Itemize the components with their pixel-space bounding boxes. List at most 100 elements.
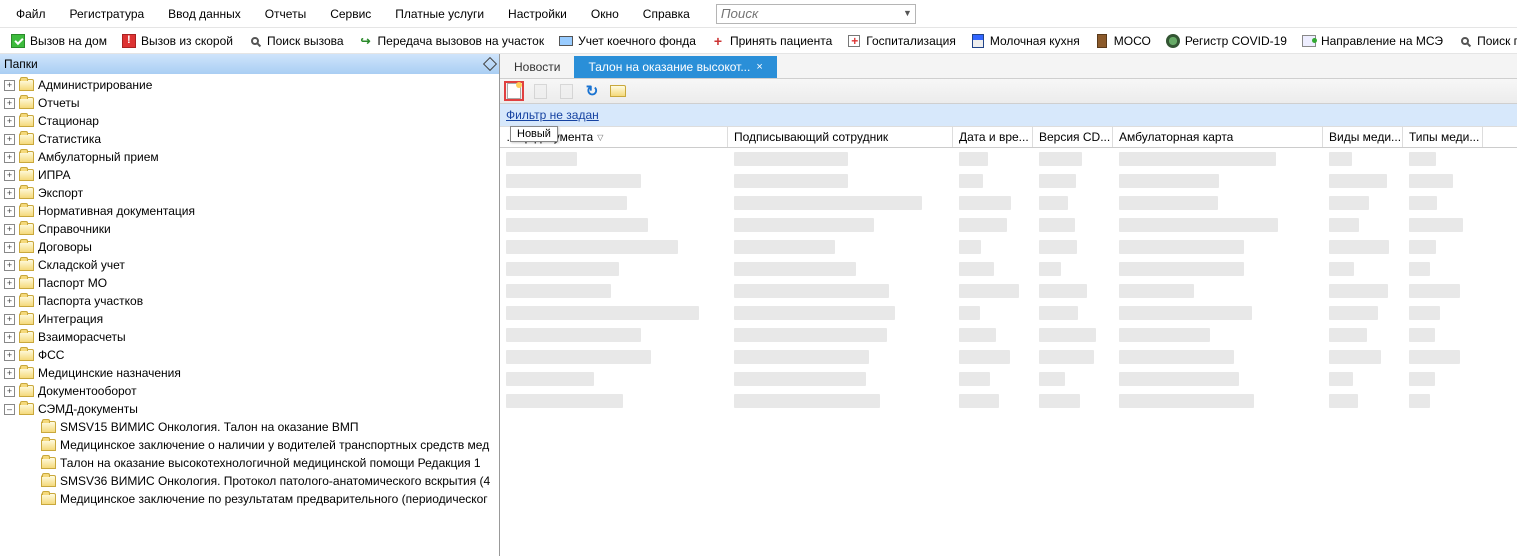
table-row[interactable]	[500, 306, 1517, 324]
tb-transfer-calls[interactable]: ↪Передача вызовов на участок	[352, 31, 551, 51]
open-folder-button[interactable]	[608, 81, 628, 101]
tab-talon[interactable]: Талон на оказание высокот... ×	[574, 56, 776, 78]
tree-item[interactable]: +Документооборот	[0, 382, 499, 400]
table-row[interactable]	[500, 262, 1517, 280]
tree-item[interactable]: +Экспорт	[0, 184, 499, 202]
tb-bed-fund[interactable]: Учет коечного фонда	[552, 31, 702, 51]
expander-icon[interactable]: +	[4, 350, 15, 361]
expander-icon[interactable]: +	[4, 314, 15, 325]
table-row[interactable]	[500, 218, 1517, 236]
tree-item[interactable]: +Складской учет	[0, 256, 499, 274]
table-row[interactable]	[500, 152, 1517, 170]
expander-icon[interactable]: +	[4, 116, 15, 127]
expander-icon[interactable]: +	[4, 170, 15, 181]
expander-icon[interactable]: +	[4, 224, 15, 235]
tree-item[interactable]: +Паспорта участков	[0, 292, 499, 310]
tree-item[interactable]: +Отчеты	[0, 94, 499, 112]
tree-item[interactable]: +Паспорт МО	[0, 274, 499, 292]
tab-news[interactable]: Новости	[500, 56, 574, 78]
column-header[interactable]: Амбулаторная карта	[1113, 127, 1323, 147]
menu-window[interactable]: Окно	[581, 3, 629, 25]
column-header[interactable]: Дата и вре...	[953, 127, 1033, 147]
pin-icon[interactable]	[483, 57, 497, 71]
menu-file[interactable]: Файл	[6, 3, 56, 25]
expander-icon[interactable]: +	[4, 80, 15, 91]
new-button[interactable]	[504, 81, 524, 101]
expander-icon[interactable]: +	[4, 134, 15, 145]
expander-icon[interactable]: –	[4, 404, 15, 415]
search-input[interactable]	[716, 4, 916, 24]
plus-icon: +	[710, 33, 726, 49]
expander-icon[interactable]: +	[4, 278, 15, 289]
tree-item[interactable]: SMSV36 ВИМИС Онкология. Протокол патолог…	[0, 472, 499, 490]
expander-icon[interactable]: +	[4, 260, 15, 271]
bed-icon	[558, 33, 574, 49]
table-row[interactable]	[500, 394, 1517, 412]
filter-link[interactable]: Фильтр не задан	[506, 108, 599, 122]
tree-item[interactable]: Талон на оказание высокотехнологичной ме…	[0, 454, 499, 472]
expander-icon[interactable]: +	[4, 152, 15, 163]
expander-icon[interactable]: +	[4, 206, 15, 217]
delete-button[interactable]	[556, 81, 576, 101]
tree-item[interactable]: +Взаиморасчеты	[0, 328, 499, 346]
column-header[interactable]: Виды меди...	[1323, 127, 1403, 147]
folders-header: Папки	[0, 54, 499, 74]
column-header[interactable]: Типы меди...	[1403, 127, 1483, 147]
tb-search-call[interactable]: Поиск вызова	[241, 31, 350, 51]
tree-item[interactable]: +Медицинские назначения	[0, 364, 499, 382]
tree-item[interactable]: +ИПРА	[0, 166, 499, 184]
expander-icon[interactable]: +	[4, 332, 15, 343]
close-icon[interactable]: ×	[756, 61, 762, 73]
tb-accept-patient[interactable]: +Принять пациента	[704, 31, 838, 51]
tree-item[interactable]: Медицинское заключение по результатам пр…	[0, 490, 499, 508]
menu-service[interactable]: Сервис	[320, 3, 381, 25]
tb-ambulance-call[interactable]: Вызов из скорой	[115, 31, 239, 51]
tree-item-label: Медицинское заключение о наличии у водит…	[60, 438, 489, 452]
menu-paid[interactable]: Платные услуги	[385, 3, 494, 25]
tb-search-patient[interactable]: Поиск пациента в регист	[1451, 31, 1517, 51]
tree-item[interactable]: +Стационар	[0, 112, 499, 130]
table-row[interactable]	[500, 372, 1517, 390]
column-header[interactable]: Подписывающий сотрудник	[728, 127, 953, 147]
table-row[interactable]	[500, 284, 1517, 302]
tree-item[interactable]: SMSV15 ВИМИС Онкология. Талон на оказани…	[0, 418, 499, 436]
tree-item[interactable]: +Справочники	[0, 220, 499, 238]
tree-item[interactable]: +Договоры	[0, 238, 499, 256]
tb-mse[interactable]: Направление на МСЭ	[1295, 31, 1449, 51]
expander-icon[interactable]: +	[4, 386, 15, 397]
tb-milk-kitchen[interactable]: Молочная кухня	[964, 31, 1086, 51]
tree-item[interactable]: +ФСС	[0, 346, 499, 364]
refresh-button[interactable]: ↻	[582, 81, 602, 101]
grid-body[interactable]	[500, 148, 1517, 556]
tree-item[interactable]: +Администрирование	[0, 76, 499, 94]
table-row[interactable]	[500, 350, 1517, 368]
expander-icon[interactable]: +	[4, 296, 15, 307]
tree-item[interactable]: Медицинское заключение о наличии у водит…	[0, 436, 499, 454]
expander-icon[interactable]: +	[4, 242, 15, 253]
menu-settings[interactable]: Настройки	[498, 3, 577, 25]
tree-item[interactable]: +Амбулаторный прием	[0, 148, 499, 166]
copy-button[interactable]	[530, 81, 550, 101]
folder-tree[interactable]: +Администрирование+Отчеты+Стационар+Стат…	[0, 74, 499, 556]
tb-home-call[interactable]: Вызов на дом	[4, 31, 113, 51]
tb-hospitalization[interactable]: Госпитализация	[840, 31, 962, 51]
column-header[interactable]: Версия CD...	[1033, 127, 1113, 147]
menu-reports[interactable]: Отчеты	[255, 3, 316, 25]
menu-data-entry[interactable]: Ввод данных	[158, 3, 251, 25]
expander-icon[interactable]: +	[4, 98, 15, 109]
table-row[interactable]	[500, 174, 1517, 192]
expander-icon[interactable]: +	[4, 368, 15, 379]
tb-covid[interactable]: Регистр COVID-19	[1159, 31, 1293, 51]
tree-item[interactable]: –СЭМД-документы	[0, 400, 499, 418]
menu-help[interactable]: Справка	[633, 3, 700, 25]
table-row[interactable]	[500, 328, 1517, 346]
tree-item[interactable]: +Интеграция	[0, 310, 499, 328]
table-row[interactable]	[500, 240, 1517, 258]
table-row[interactable]	[500, 196, 1517, 214]
tree-item[interactable]: +Нормативная документация	[0, 202, 499, 220]
menu-registry[interactable]: Регистратура	[60, 3, 155, 25]
tree-item[interactable]: +Статистика	[0, 130, 499, 148]
expander-icon[interactable]: +	[4, 188, 15, 199]
tb-moco[interactable]: МОСО	[1088, 31, 1157, 51]
redacted-cell	[959, 350, 1010, 364]
